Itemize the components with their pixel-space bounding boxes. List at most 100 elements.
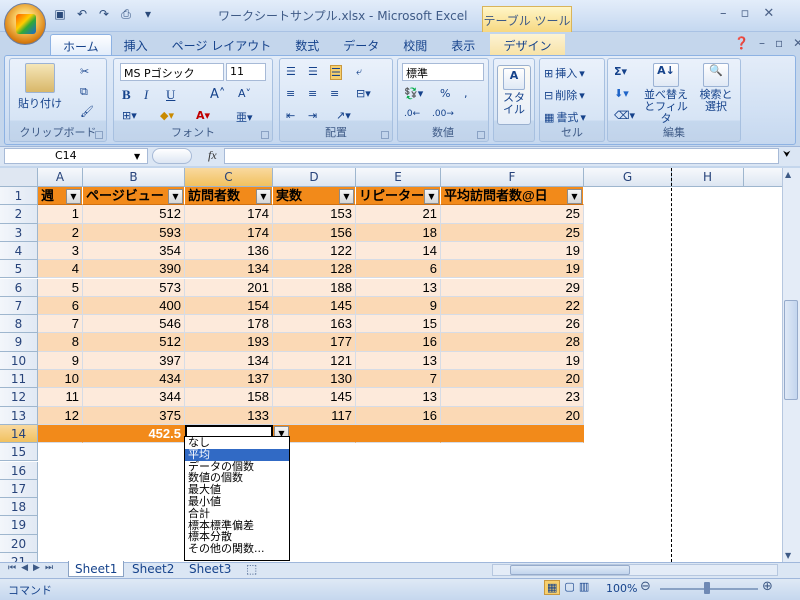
format-cells-button[interactable]: ▦ 書式 ▾ [544,109,586,125]
zoom-slider-thumb[interactable] [704,582,710,594]
row-header[interactable]: 8 [0,315,38,334]
table-cell[interactable]: 1 [38,205,83,224]
column-header-f[interactable]: F [441,168,584,187]
table-cell[interactable]: 174 [185,205,273,224]
total-function-dropdown[interactable]: なし 平均 データの個数 数値の個数 最大値 最小値 合計 標本標準偏差 標本分散 その他の関数.… [184,436,290,561]
column-header-c[interactable]: C [185,168,273,187]
filter-dropdown-icon[interactable]: ▼ [256,188,271,204]
grow-font-icon[interactable]: A˄ [210,87,225,102]
dropdown-option[interactable]: その他の関数... [185,543,289,555]
table-cell[interactable]: 145 [273,388,356,407]
table-cell[interactable]: 156 [273,223,356,242]
zoom-out-icon[interactable]: ⊖ [640,579,651,594]
table-cell[interactable]: 158 [185,388,273,407]
table-cell[interactable]: 117 [273,406,356,425]
table-cell[interactable]: 344 [83,388,185,407]
expand-formula-bar-icon[interactable]: ⮟ [783,150,791,160]
row-header[interactable]: 18 [0,498,38,517]
column-header-e[interactable]: E [356,168,441,187]
table-cell[interactable]: 434 [83,370,185,389]
filter-dropdown-icon[interactable]: ▼ [168,188,183,204]
table-cell[interactable]: 13 [356,351,441,370]
table-cell[interactable]: 13 [356,278,441,297]
table-cell[interactable]: 177 [273,333,356,352]
row-header[interactable]: 7 [0,296,38,316]
currency-icon[interactable]: 💱▾ [404,87,423,100]
table-cell[interactable]: 154 [185,296,273,316]
row-header[interactable]: 3 [0,223,38,242]
column-header-i[interactable] [744,168,782,187]
sheet-tab-2[interactable]: Sheet2 [126,561,180,577]
table-cell[interactable]: 512 [83,333,185,352]
phonetic-icon[interactable]: 亜▾ [236,109,253,125]
page-layout-view-icon[interactable]: ▢ [564,580,574,595]
scroll-down-icon[interactable]: ▼ [785,551,791,560]
table-cell[interactable]: 15 [356,315,441,334]
font-launcher-icon[interactable] [261,131,269,139]
row-header[interactable]: 14 [0,424,38,444]
table-cell[interactable]: 19 [441,260,584,279]
align-bottom-icon[interactable]: ☰ [330,65,342,80]
table-cell[interactable]: 25 [441,205,584,224]
redo-icon[interactable]: ↷ [96,6,112,22]
help-icon[interactable]: ❓ [734,36,749,50]
table-cell[interactable]: 178 [185,315,273,334]
row-header[interactable]: 5 [0,260,38,279]
table-cell[interactable]: 2 [38,223,83,242]
clipboard-launcher-icon[interactable] [95,131,103,139]
row-header[interactable]: 15 [0,443,38,462]
table-cell[interactable]: 13 [356,388,441,407]
table-cell[interactable]: 16 [356,333,441,352]
page-break-view-icon[interactable]: ▥ [579,580,589,595]
total-row-cell[interactable] [356,424,441,444]
table-cell[interactable]: 8 [38,333,83,352]
table-cell[interactable]: 375 [83,406,185,425]
column-header-g[interactable]: G [584,168,672,187]
tab-review[interactable]: 校閲 [391,34,439,56]
table-cell[interactable]: 593 [83,223,185,242]
tab-data[interactable]: データ [331,34,391,56]
ribbon-restore-icon[interactable]: ▫ [775,36,783,50]
shrink-font-icon[interactable]: A˅ [238,87,251,100]
table-cell[interactable]: 19 [441,241,584,261]
tab-formulas[interactable]: 数式 [283,34,331,56]
print-preview-icon[interactable]: ⎙ [118,6,134,22]
filter-dropdown-icon[interactable]: ▼ [424,188,439,204]
table-cell[interactable]: 28 [441,333,584,352]
tab-design[interactable]: デザイン [490,34,565,56]
tab-insert[interactable]: 挿入 [112,34,160,56]
normal-view-icon[interactable]: ▦ [544,580,561,595]
vertical-scroll-thumb[interactable] [784,300,798,400]
increase-decimal-icon[interactable]: .0← [404,109,420,119]
table-cell[interactable]: 390 [83,260,185,279]
insert-cells-button[interactable]: ⊞ 挿入 ▾ [544,65,585,81]
table-cell[interactable]: 134 [185,351,273,370]
table-cell[interactable]: 546 [83,315,185,334]
table-cell[interactable]: 122 [273,241,356,261]
table-cell[interactable]: 16 [356,406,441,425]
italic-button[interactable]: I [144,87,148,103]
select-all-corner[interactable] [0,168,38,187]
bold-button[interactable]: B [122,87,131,103]
font-color-icon[interactable]: A▾ [196,109,210,122]
ribbon-close-icon[interactable]: ✕ [793,36,800,50]
formula-input[interactable] [224,148,779,164]
comma-icon[interactable]: , [464,87,468,100]
table-header-cell[interactable]: 平均訪問者数@日 [441,187,584,206]
table-cell[interactable]: 19 [441,351,584,370]
table-cell[interactable]: 6 [38,296,83,316]
worksheet-grid[interactable]: A B C D E F G H 1 2 3 4 5 6 7 8 9 10 11 12 13 14 15 16 1… [0,168,782,562]
table-cell[interactable]: 10 [38,370,83,389]
delete-cells-button[interactable]: ⊟ 削除 ▾ [544,87,585,103]
row-header[interactable]: 16 [0,461,38,480]
sort-filter-button[interactable]: A↓ 並べ替え とフィルタ [644,63,688,125]
row-header[interactable]: 10 [0,351,38,370]
table-cell[interactable]: 573 [83,278,185,297]
row-header[interactable]: 2 [0,205,38,224]
row-header[interactable]: 12 [0,388,38,407]
row-header[interactable]: 11 [0,370,38,389]
paste-button[interactable]: 貼り付け [18,63,62,111]
table-cell[interactable]: 400 [83,296,185,316]
undo-icon[interactable]: ↶ [74,6,90,22]
customize-qat-icon[interactable]: ▾ [140,6,156,22]
